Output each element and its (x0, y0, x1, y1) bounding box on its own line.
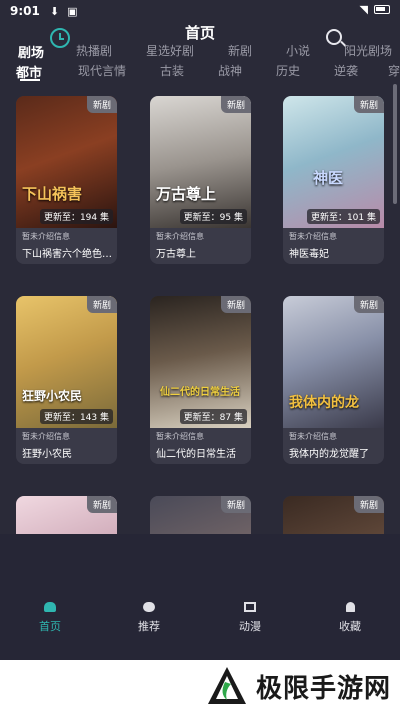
watermark-text: 极限手游网 (256, 674, 392, 704)
poster-title: 我体内的龙 (289, 395, 359, 411)
tab-channel-new[interactable]: 新剧 (228, 42, 252, 59)
watermark-banner: 极限手游网 (0, 660, 400, 711)
wifi-icon: ◥ (359, 3, 368, 16)
drama-card[interactable]: 新剧 下山祸害 更新至：194 集 暂未介绍信息 下山祸害六个绝色… (16, 96, 117, 264)
new-badge: 新剧 (86, 496, 117, 513)
new-badge: 新剧 (353, 496, 384, 513)
poster-image: 新剧 我体内的龙 (283, 296, 384, 428)
new-badge: 新剧 (86, 96, 117, 113)
poster-title: 仙二代的日常生活 (160, 387, 240, 398)
drama-card[interactable]: 新剧 (150, 496, 251, 534)
nav-home-label: 首页 (39, 620, 61, 633)
tab-category-comeback[interactable]: 逆袭 (334, 62, 358, 79)
battery-icon (374, 5, 390, 14)
tab-category-romance[interactable]: 现代言情 (78, 62, 126, 79)
card-title: 我体内的龙觉醒了 (289, 449, 369, 460)
drama-card[interactable]: 新剧 万古尊上 更新至：95 集 暂未介绍信息 万古尊上 (150, 96, 251, 264)
bell-icon (345, 602, 355, 612)
bottom-nav: 首页 推荐 动漫 收藏 (0, 534, 400, 660)
tab-category-more[interactable]: 穿 (388, 62, 400, 79)
poster-image: 新剧 神医 更新至：101 集 (283, 96, 384, 228)
episode-progress: 更新至：194 集 (39, 209, 113, 224)
watermark-logo-icon (208, 667, 246, 704)
new-badge: 新剧 (353, 296, 384, 313)
nav-home[interactable]: 首页 (20, 602, 80, 634)
tab-channel-theater[interactable]: 剧场 (18, 42, 44, 61)
nav-favorites-label: 收藏 (339, 620, 361, 633)
nav-recommend[interactable]: 推荐 (119, 602, 179, 634)
active-tab-indicator (20, 79, 40, 81)
nav-anime-label: 动漫 (239, 620, 261, 633)
poster-image: 新剧 狂野小农民 更新至：143 集 (16, 296, 117, 428)
card-meta: 暂未介绍信息 (289, 432, 337, 441)
episode-progress: 更新至：87 集 (179, 409, 247, 424)
poster-title: 狂野小农民 (22, 389, 83, 403)
expand-icon (244, 602, 256, 612)
poster-title: 下山祸害 (22, 185, 83, 203)
status-time: 9:01 (10, 4, 40, 18)
scrollbar[interactable] (393, 84, 397, 204)
home-icon (44, 602, 56, 612)
nav-favorites[interactable]: 收藏 (320, 602, 380, 634)
new-badge: 新剧 (220, 96, 251, 113)
chat-icon (143, 602, 155, 612)
nav-anime[interactable]: 动漫 (220, 602, 280, 634)
card-meta: 暂未介绍信息 (22, 232, 70, 241)
new-badge: 新剧 (220, 496, 251, 513)
drama-grid: 新剧 下山祸害 更新至：194 集 暂未介绍信息 下山祸害六个绝色… 新剧 万古… (0, 88, 392, 534)
card-meta: 暂未介绍信息 (156, 232, 204, 241)
poster-image: 新剧 (150, 496, 251, 534)
image-icon: ▣ (67, 4, 78, 18)
card-meta: 暂未介绍信息 (22, 432, 70, 441)
tab-category-costume[interactable]: 古装 (160, 62, 184, 79)
drama-card[interactable]: 新剧 我体内的龙 暂未介绍信息 我体内的龙觉醒了 (283, 296, 384, 464)
card-title: 神医毒妃 (289, 249, 329, 260)
card-title: 仙二代的日常生活 (156, 449, 236, 460)
drama-card[interactable]: 新剧 (16, 496, 117, 534)
card-title: 狂野小农民 (22, 449, 72, 460)
status-bar: 9:01 ⬇ ▣ ◥ (0, 0, 400, 22)
new-badge: 新剧 (220, 296, 251, 313)
card-meta: 暂未介绍信息 (156, 432, 204, 441)
episode-progress: 更新至：101 集 (306, 209, 380, 224)
poster-title: 万古尊上 (156, 185, 217, 203)
poster-image: 新剧 万古尊上 更新至：95 集 (150, 96, 251, 228)
tab-category-warlord[interactable]: 战神 (218, 62, 242, 79)
tab-category-history[interactable]: 历史 (276, 62, 300, 79)
tab-channel-novel[interactable]: 小说 (286, 42, 310, 59)
card-meta: 暂未介绍信息 (289, 232, 337, 241)
episode-progress: 更新至：143 集 (39, 409, 113, 424)
drama-card[interactable]: 新剧 神医 更新至：101 集 暂未介绍信息 神医毒妃 (283, 96, 384, 264)
card-title: 下山祸害六个绝色… (22, 249, 112, 260)
tab-channel-picks[interactable]: 星选好剧 (146, 42, 194, 59)
card-title: 万古尊上 (156, 249, 196, 260)
episode-progress: 更新至：95 集 (179, 209, 247, 224)
drama-card[interactable]: 新剧 狂野小农民 更新至：143 集 暂未介绍信息 狂野小农民 (16, 296, 117, 464)
poster-image: 新剧 下山祸害 更新至：194 集 (16, 96, 117, 228)
poster-title: 神医 (313, 169, 344, 187)
new-badge: 新剧 (86, 296, 117, 313)
drama-card[interactable]: 新剧 (283, 496, 384, 534)
tab-channel-hot[interactable]: 热播剧 (76, 42, 112, 59)
poster-image: 新剧 仙二代的日常生活 更新至：87 集 (150, 296, 251, 428)
poster-image: 新剧 (283, 496, 384, 534)
new-badge: 新剧 (353, 96, 384, 113)
nav-recommend-label: 推荐 (138, 620, 160, 633)
download-icon: ⬇ (49, 4, 60, 18)
tab-channel-sunshine[interactable]: 阳光剧场 (344, 42, 392, 59)
poster-image: 新剧 (16, 496, 117, 534)
drama-card[interactable]: 新剧 仙二代的日常生活 更新至：87 集 暂未介绍信息 仙二代的日常生活 (150, 296, 251, 464)
